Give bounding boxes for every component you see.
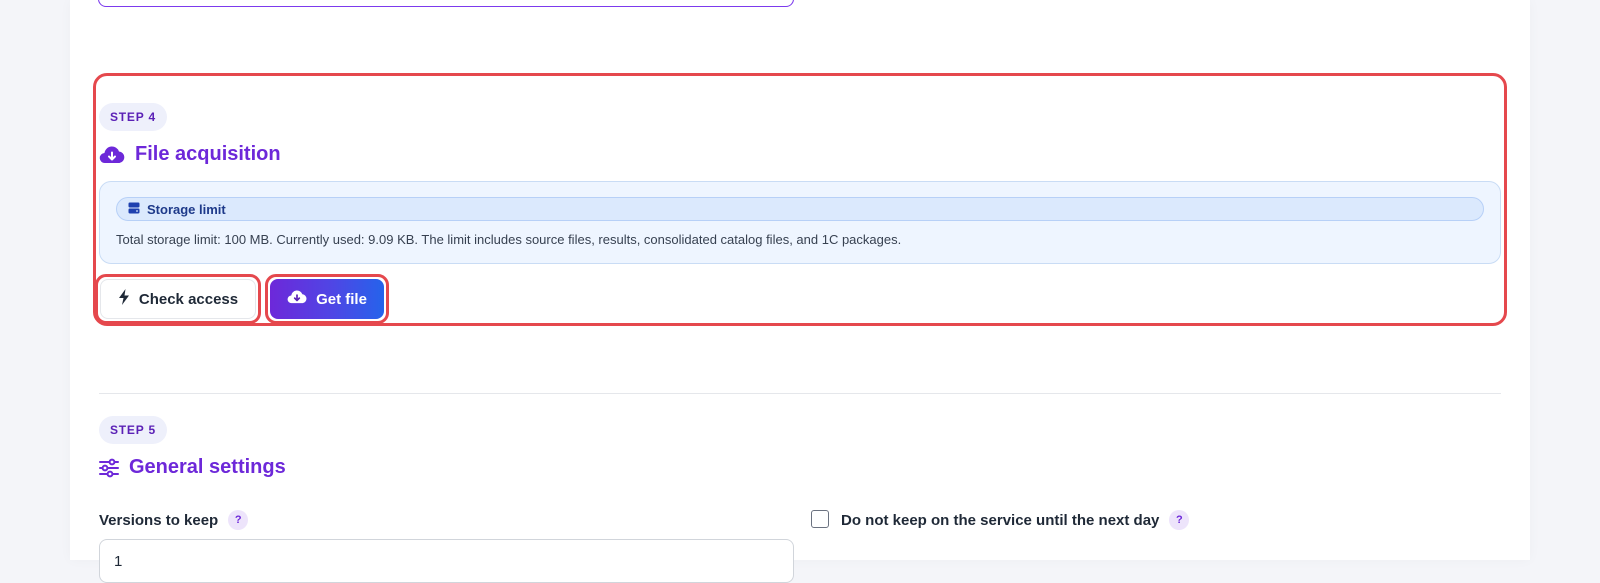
step5-title: General settings xyxy=(99,456,286,479)
versions-input[interactable] xyxy=(99,539,794,583)
cloud-download-icon xyxy=(99,145,125,165)
step5-badge: STEP 5 xyxy=(99,416,167,444)
versions-help-icon[interactable]: ? xyxy=(228,510,249,530)
step4-title: File acquisition xyxy=(99,143,281,166)
versions-label-text: Versions to keep xyxy=(99,511,219,529)
check-access-button[interactable]: Check access xyxy=(100,279,256,319)
get-file-label: Get file xyxy=(316,290,367,308)
cloud-download-icon xyxy=(287,289,307,309)
storage-limit-label: Storage limit xyxy=(147,201,226,217)
storage-limit-text: Total storage limit: 100 MB. Currently u… xyxy=(116,232,902,247)
do-not-keep-label-text: Do not keep on the service until the nex… xyxy=(841,511,1160,529)
step4-badge: STEP 4 xyxy=(99,103,167,131)
step4-title-text: File acquisition xyxy=(135,143,281,165)
lightning-icon xyxy=(118,289,130,309)
do-not-keep-label: Do not keep on the service until the nex… xyxy=(841,510,1190,530)
previous-step-input[interactable] xyxy=(98,0,794,7)
check-access-label: Check access xyxy=(138,290,239,308)
section-divider xyxy=(99,393,1501,394)
do-not-keep-checkbox[interactable] xyxy=(811,510,829,528)
storage-limit-pill: Storage limit xyxy=(116,197,1484,221)
get-file-button[interactable]: Get file xyxy=(270,279,384,319)
versions-label: Versions to keep ? xyxy=(99,510,249,530)
storage-info-box: Storage limit Total storage limit: 100 M… xyxy=(99,181,1501,264)
step5-title-text: General settings xyxy=(129,456,286,478)
sliders-icon xyxy=(99,458,119,478)
storage-icon xyxy=(128,202,140,217)
do-not-keep-help-icon[interactable]: ? xyxy=(1169,510,1190,530)
